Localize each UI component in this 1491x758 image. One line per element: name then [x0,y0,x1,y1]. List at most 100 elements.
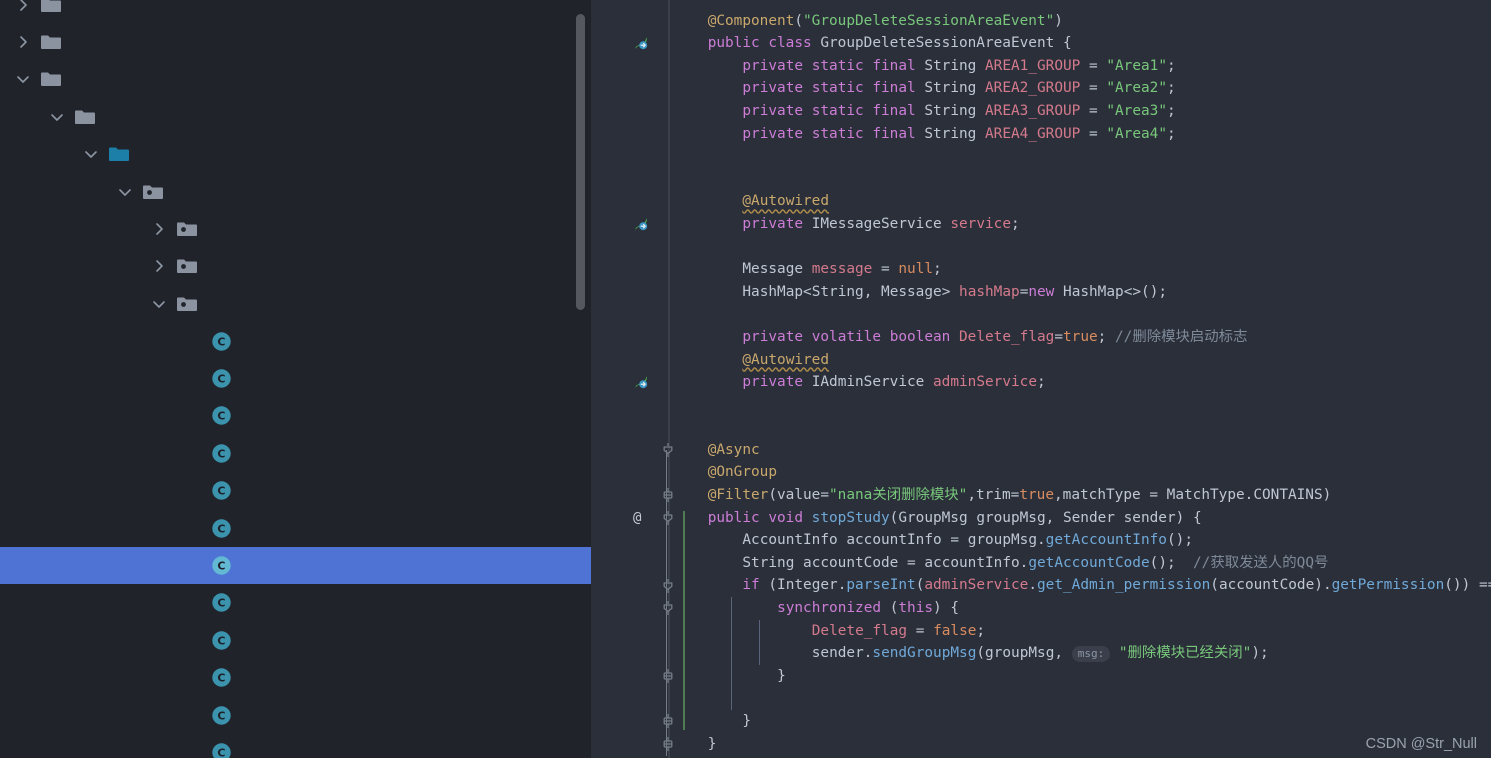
code-line[interactable] [591,236,1491,259]
method-scope-bar [683,510,685,731]
project-tree-scrollbar[interactable] [576,14,585,310]
chevron-down-icon[interactable] [10,71,36,87]
code-line[interactable]: synchronized (this) { [591,597,1491,620]
svg-text:C: C [217,485,225,498]
code-text: public void stopStudy(GroupMsg groupMsg,… [707,509,1202,526]
tree-item-group-talk[interactable]: C [0,435,591,472]
chevron-down-icon[interactable] [112,184,138,200]
code-line[interactable]: @Async [591,439,1491,462]
annotation-gutter-marker[interactable]: @ [633,507,641,530]
code-text: sender.sendGroupMsg(groupMsg, msg: "删除模块… [811,645,1269,663]
tree-item-groupmoyu[interactable]: C [0,734,591,758]
tree-item-controller[interactable] [0,285,591,322]
code-line[interactable]: private static final String AREA2_GROUP … [591,77,1491,100]
spring-bean-icon[interactable] [633,32,649,55]
tree-item-main[interactable] [0,98,591,135]
java-class-icon: C [206,555,236,576]
code-line[interactable]: String accountCode = accountInfo.getAcco… [591,552,1491,575]
code-line[interactable]: private IMessageService service; [591,213,1491,236]
folder-icon [36,0,66,14]
code-text: } [777,667,786,684]
code-text: @Filter(value="nana关闭删除模块",trim=true,mat… [707,487,1332,504]
chevron-right-icon[interactable] [10,0,36,13]
code-line[interactable] [591,687,1491,710]
tree-item-config[interactable] [0,248,591,285]
spring-bean-icon[interactable] [633,213,649,236]
code-line[interactable]: HashMap<String, Message> hashMap=new Has… [591,281,1491,304]
java-class-icon: C [206,443,236,464]
code-line[interactable]: private static final String AREA4_GROUP … [591,123,1491,146]
svg-text:C: C [217,597,225,610]
tree-item-group-chick-dictionary[interactable]: C [0,360,591,397]
spring-bean-icon[interactable] [633,371,649,394]
code-line[interactable]: sender.sendGroupMsg(groupMsg, msg: "删除模块… [591,642,1491,665]
code-line[interactable] [591,394,1491,417]
svg-text:C: C [217,560,225,573]
code-text: private volatile boolean Delete_flag=tru… [742,328,1248,345]
tree-item-groupmihuyo[interactable]: C [0,696,591,733]
code-line[interactable]: } [591,665,1491,688]
tree-item-src[interactable] [0,61,591,98]
code-line[interactable]: @OnGroup [591,461,1491,484]
code-editor-panel[interactable]: @Component("GroupDeleteSessionAreaEvent"… [591,0,1491,758]
tree-item-java[interactable] [0,136,591,173]
tree-item-groupdeletesessionareaevent[interactable]: C [0,546,591,585]
tree-item-groupaccountinfocontroller[interactable]: C [0,472,591,509]
tree-item-groupget-cartoon[interactable]: C [0,584,591,621]
chevron-down-icon[interactable] [146,296,172,312]
java-class-icon: C [206,331,236,352]
tree-item-cache[interactable] [0,23,591,60]
chevron-right-icon[interactable] [146,258,172,274]
code-line[interactable]: } [591,710,1491,733]
chevron-right-icon[interactable] [146,221,172,237]
code-line[interactable]: @Autowired [591,190,1491,213]
svg-text:C: C [217,410,225,423]
tree-item-idea[interactable] [0,0,591,23]
code-line[interactable]: Message message = null; [591,258,1491,281]
code-line[interactable] [591,168,1491,191]
code-line[interactable] [591,145,1491,168]
code-line[interactable] [591,303,1491,326]
code-lines[interactable]: @Component("GroupDeleteSessionAreaEvent"… [591,0,1491,756]
code-line[interactable]: private volatile boolean Delete_flag=tru… [591,326,1491,349]
tree-item-com-mybatisplus[interactable] [0,173,591,210]
tree-item-groupbaidu[interactable]: C [0,509,591,546]
code-line[interactable]: @Autowired [591,349,1491,372]
tree-item-group-cartoon-news[interactable]: C [0,323,591,360]
svg-text:C: C [217,747,225,758]
source-root-folder-icon [104,145,134,163]
project-tree-panel[interactable]: C C C C C C C C C C C C [0,0,591,758]
chevron-down-icon[interactable] [44,109,70,125]
code-line[interactable] [591,416,1491,439]
code-line[interactable]: private static final String AREA3_GROUP … [591,100,1491,123]
code-text: private IMessageService service; [742,215,1020,232]
code-line[interactable]: private static final String AREA1_GROUP … [591,55,1491,78]
tree-item-group-eat-today[interactable]: C [0,397,591,434]
code-line[interactable] [591,0,1491,10]
folder-icon [36,70,66,88]
code-text: String accountCode = accountInfo.getAcco… [742,554,1329,571]
package-icon [172,220,202,238]
code-text: } [742,713,752,729]
code-text: @OnGroup [707,464,777,481]
code-line[interactable]: private IAdminService adminService; [591,371,1491,394]
code-line[interactable]: Delete_flag = false; [591,620,1491,643]
code-line[interactable]: if (Integer.parseInt(adminService.get_Ad… [591,574,1491,597]
code-line[interactable]: public class GroupDeleteSessionAreaEvent… [591,32,1491,55]
code-text: private static final String AREA3_GROUP … [742,102,1176,119]
code-line[interactable]: @ public void stopStudy(GroupMsg groupMs… [591,507,1491,530]
java-class-icon: C [206,705,236,726]
svg-text:C: C [217,373,225,386]
chevron-down-icon[interactable] [78,146,104,162]
svg-text:C: C [217,335,225,348]
tree-item-grouphistorytody[interactable]: C [0,659,591,696]
code-line[interactable]: AccountInfo accountInfo = groupMsg.getAc… [591,529,1491,552]
chevron-right-icon[interactable] [10,34,36,50]
tree-item-abandoned[interactable] [0,210,591,247]
code-line[interactable]: @Component("GroupDeleteSessionAreaEvent"… [591,10,1491,33]
project-tree-list[interactable]: C C C C C C C C C C C C [0,0,591,758]
tree-item-groupgetkeybymessage[interactable]: C [0,622,591,659]
code-text: @Autowired [742,193,830,210]
code-line[interactable]: } [591,733,1491,756]
code-line[interactable]: @Filter(value="nana关闭删除模块",trim=true,mat… [591,484,1491,507]
